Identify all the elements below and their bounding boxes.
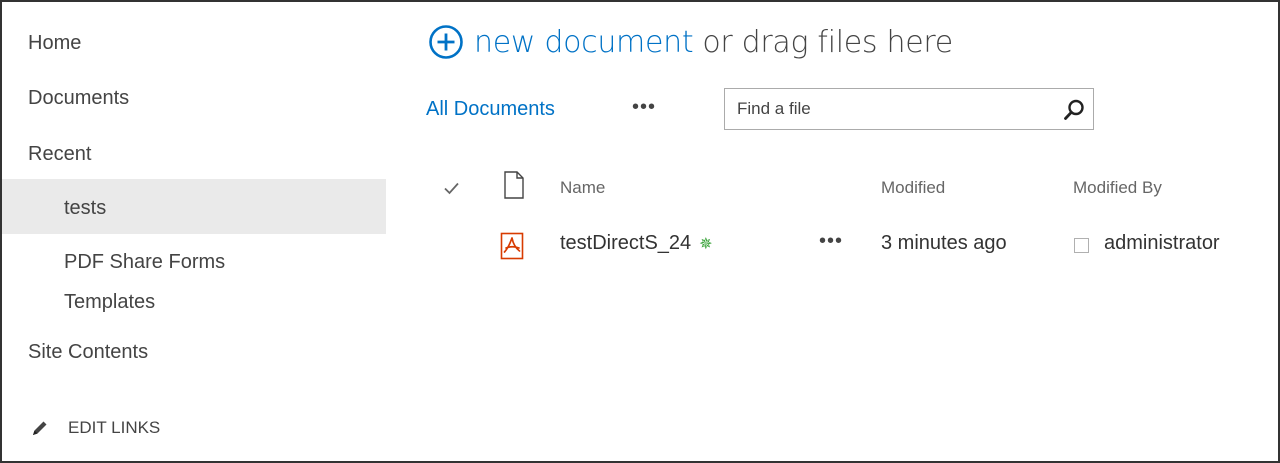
new-document-bar: new document or drag files here xyxy=(428,24,953,60)
edit-links-button[interactable]: EDIT LINKS xyxy=(30,418,160,438)
list-item-filename[interactable]: testDirectS_24 ✵ xyxy=(560,232,713,255)
new-document-link[interactable]: new document xyxy=(474,25,694,60)
main-content: new document or drag files here All Docu… xyxy=(386,2,1278,461)
column-header-modified-by[interactable]: Modified By xyxy=(1073,178,1162,198)
nav-item-tests[interactable]: tests xyxy=(2,179,386,234)
find-a-file-search xyxy=(724,88,1094,130)
nav-item-home[interactable]: Home xyxy=(2,32,386,55)
column-header-name[interactable]: Name xyxy=(560,178,605,198)
new-item-icon: ✵ xyxy=(699,235,713,253)
item-more-button[interactable]: ••• xyxy=(819,230,843,253)
view-all-documents[interactable]: All Documents xyxy=(426,98,555,121)
edit-links-label: EDIT LINKS xyxy=(68,418,161,437)
add-circle-icon[interactable] xyxy=(428,24,464,60)
item-modified: 3 minutes ago xyxy=(881,232,1007,254)
view-more-button[interactable]: ••• xyxy=(632,96,656,119)
column-header-modified[interactable]: Modified xyxy=(881,178,945,198)
nav-item-documents[interactable]: Documents xyxy=(2,87,386,110)
select-all-checkmark-icon[interactable] xyxy=(442,178,462,198)
search-icon[interactable] xyxy=(1061,97,1087,123)
quick-launch-nav: Home Documents Recent tests PDF Share Fo… xyxy=(2,2,386,461)
filename-text: testDirectS_24 xyxy=(560,232,692,254)
nav-item-label-line2: Templates xyxy=(64,291,156,313)
nav-item-pdf-share-forms-templates[interactable]: PDF Share Forms Templates xyxy=(2,242,386,322)
document-type-icon xyxy=(504,171,524,199)
nav-item-site-contents[interactable]: Site Contents xyxy=(2,341,386,364)
nav-item-recent[interactable]: Recent xyxy=(2,143,386,166)
item-modified-by[interactable]: administrator xyxy=(1104,232,1220,255)
nav-item-label-line1: PDF Share Forms xyxy=(64,251,226,273)
sharepoint-document-library: Home Documents Recent tests PDF Share Fo… xyxy=(0,0,1280,463)
pencil-icon xyxy=(33,421,47,435)
drag-files-hint: or drag files here xyxy=(702,24,953,60)
search-input[interactable] xyxy=(725,89,1045,129)
presence-indicator-icon xyxy=(1074,238,1089,253)
pdf-icon xyxy=(500,232,524,260)
